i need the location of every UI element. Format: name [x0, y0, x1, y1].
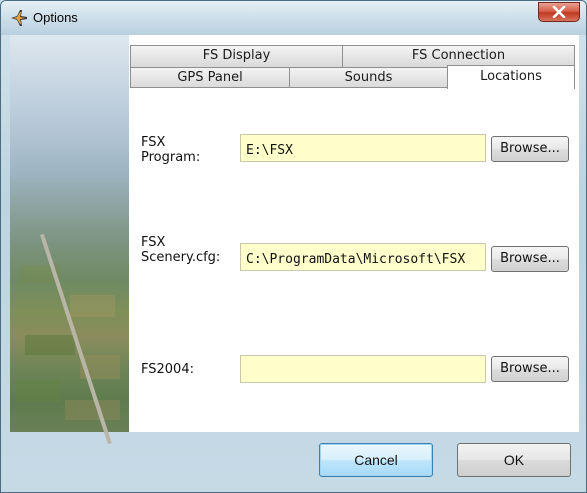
label-line: Program: — [141, 150, 201, 165]
tab-fs-connection[interactable]: FS Connection — [342, 45, 575, 67]
fsx-program-label: FSX Program: — [141, 135, 200, 165]
fs2004-input[interactable] — [240, 355, 486, 383]
close-button[interactable] — [538, 2, 580, 22]
tab-label: FS Display — [202, 48, 271, 63]
tab-locations[interactable]: Locations — [447, 65, 575, 89]
airplane-icon — [11, 10, 27, 26]
tab-fs-display[interactable]: FS Display — [130, 45, 343, 67]
fsx-program-browse-button[interactable]: Browse... — [491, 136, 569, 162]
fs2004-browse-button[interactable]: Browse... — [491, 356, 569, 382]
tab-label: Locations — [480, 69, 542, 84]
label-line: Scenery.cfg: — [141, 250, 221, 265]
ok-button[interactable]: OK — [457, 443, 571, 477]
tab-label: GPS Panel — [177, 70, 243, 85]
options-window: Options FS Display FS Connection GPS Pan… — [0, 0, 587, 493]
tab-label: Sounds — [344, 70, 393, 85]
tab-gps-panel[interactable]: GPS Panel — [130, 67, 290, 88]
dialog-client-area: FS Display FS Connection GPS Panel Sound… — [10, 35, 579, 445]
close-icon — [552, 6, 566, 18]
fsx-program-input[interactable] — [240, 134, 486, 162]
cancel-button[interactable]: Cancel — [319, 443, 433, 477]
aerial-landscape-image — [10, 35, 129, 445]
tab-sounds[interactable]: Sounds — [289, 67, 448, 88]
window-title: Options — [33, 10, 78, 25]
title-bar[interactable]: Options — [1, 1, 586, 35]
fsx-scenery-label: FSX Scenery.cfg: — [141, 235, 220, 265]
label-line: FSX — [141, 135, 166, 150]
label-line: FSX — [141, 235, 166, 250]
fsx-scenery-input[interactable] — [240, 243, 486, 271]
fs2004-label: FS2004: — [141, 362, 194, 377]
tab-label: FS Connection — [411, 48, 506, 63]
fsx-scenery-browse-button[interactable]: Browse... — [491, 246, 569, 272]
